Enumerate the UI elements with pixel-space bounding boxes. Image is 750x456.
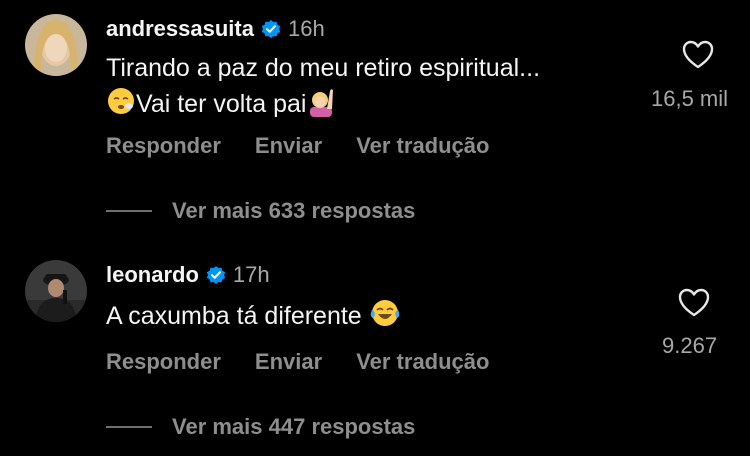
send-button[interactable]: Enviar xyxy=(255,349,322,375)
verified-badge-icon xyxy=(205,264,227,286)
replies-divider xyxy=(106,426,152,428)
avatar[interactable] xyxy=(25,14,87,76)
tears-of-joy-emoji xyxy=(369,298,401,337)
sleepy-face-emoji xyxy=(106,86,136,125)
comment-actions: Responder Enviar Ver tradução xyxy=(106,349,489,375)
comment-text-line-2: Vai ter volta pai xyxy=(106,85,540,126)
username[interactable]: andressasuita xyxy=(106,16,254,42)
comment-text-line-2-text: Vai ter volta pai xyxy=(136,90,307,119)
view-replies-label: Ver mais 633 respostas xyxy=(172,198,416,223)
like-count: 9.267 xyxy=(662,333,718,358)
comment-text: A caxumba tá diferente xyxy=(106,298,401,337)
heart-icon[interactable] xyxy=(678,288,710,323)
comment-text-line: A caxumba tá diferente xyxy=(106,302,362,331)
view-replies-button[interactable]: Ver mais 633 respostas xyxy=(106,198,415,224)
translate-button[interactable]: Ver tradução xyxy=(356,349,489,375)
comment-header: leonardo 17h xyxy=(106,260,270,290)
view-replies-label: Ver mais 447 respostas xyxy=(172,414,416,439)
comment-andressasuita: andressasuita 16h Tirando a paz do meu r… xyxy=(0,0,750,230)
comment-time: 17h xyxy=(232,262,270,287)
reply-button[interactable]: Responder xyxy=(106,133,221,159)
comment-text: Tirando a paz do meu retiro espiritual..… xyxy=(106,51,540,126)
translate-button[interactable]: Ver tradução xyxy=(356,133,489,159)
view-replies-button[interactable]: Ver mais 447 respostas xyxy=(106,414,415,440)
avatar[interactable] xyxy=(25,260,87,322)
like-area xyxy=(664,288,724,323)
replies-divider xyxy=(106,210,152,212)
comment-header: andressasuita 16h xyxy=(106,14,325,44)
like-count: 16,5 mil xyxy=(651,86,729,111)
person-raising-hand-emoji xyxy=(306,85,336,126)
verified-badge-icon xyxy=(260,18,282,40)
comment-leonardo: leonardo 17h A caxumba tá diferente 9.26… xyxy=(0,230,750,456)
comment-actions: Responder Enviar Ver tradução xyxy=(106,133,489,159)
reply-button[interactable]: Responder xyxy=(106,349,221,375)
like-area xyxy=(668,40,728,75)
comment-time: 16h xyxy=(287,16,325,41)
username[interactable]: leonardo xyxy=(106,262,199,288)
comment-text-line: Tirando a paz do meu retiro espiritual..… xyxy=(106,54,541,82)
send-button[interactable]: Enviar xyxy=(255,133,322,159)
heart-icon[interactable] xyxy=(682,40,714,75)
